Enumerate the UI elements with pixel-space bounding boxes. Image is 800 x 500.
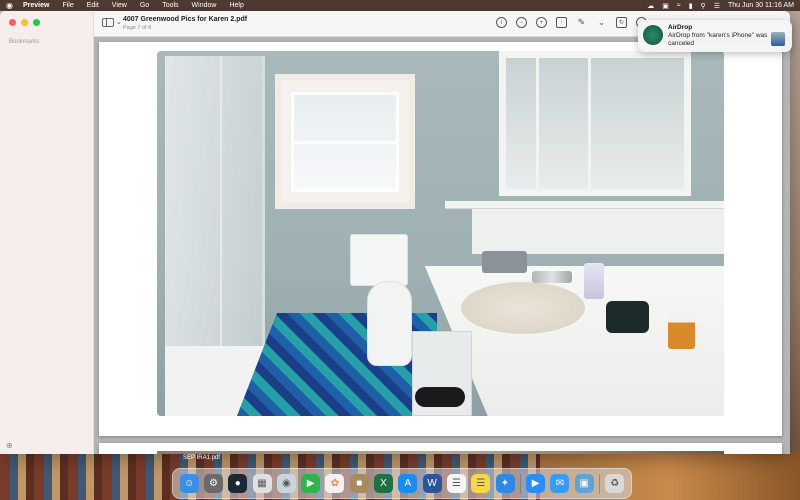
dock-safari-icon[interactable]: ✦ [495,474,515,493]
search-icon[interactable]: ⚲ [701,2,706,10]
dock-finder-icon[interactable]: ☺ [179,474,199,493]
dock-word-icon[interactable]: W [422,474,442,493]
fullscreen-button[interactable] [33,19,40,26]
notification-title: AirDrop [668,24,693,31]
airdrop-icon [643,25,663,45]
minimize-button[interactable] [21,19,28,26]
dock-trash-icon[interactable]: ♻ [605,474,625,493]
notification-thumbnail [771,32,785,46]
dark-jar [606,301,649,333]
menu-file[interactable]: File [62,2,73,9]
desktop-file-label[interactable]: SEP IRA1.pdf [183,455,220,461]
dock-steam-icon[interactable]: ● [228,474,248,493]
document-canvas[interactable] [94,37,790,454]
pdf-page-next [99,443,782,454]
dock-separator [519,473,521,494]
preview-window: Bookmarks ⊕ ⌄ 4007 Greenwood Pics for Ka… [0,11,790,454]
dock-app-store-icon[interactable]: A [398,474,418,493]
markup-chevron-icon[interactable]: ⌄ [596,17,607,28]
page-indicator: Page 7 of 8 [123,25,152,31]
backsplash [472,209,724,254]
menu-bar: ◉ Preview File Edit View Go Tools Window… [0,0,800,11]
dock-excel-icon[interactable]: X [374,474,394,493]
menu-preview[interactable]: Preview [23,2,49,9]
sidebar-add-icon[interactable]: ⊕ [6,441,13,450]
toolbar: i − + ↑ ✎ ⌄ ↻ ○ [496,17,647,28]
close-button[interactable] [9,19,16,26]
wall-shelf [445,201,724,209]
menu-edit[interactable]: Edit [87,2,99,9]
sidebar-section-bookmarks: Bookmarks [9,39,40,45]
menu-bar-status: ☁ ▣ ≈ ▮ ⚲ ☰ Thu Jun 30 11:16 AM [647,2,794,10]
menu-help[interactable]: Help [229,2,243,9]
dock-mail-icon[interactable]: ✉ [550,474,570,493]
faucet [532,271,572,283]
cloud-icon[interactable]: ☁ [647,2,654,10]
live-photo-control[interactable] [415,387,465,407]
toilet-bowl [367,281,412,366]
window-glass [291,92,399,192]
menu-tools[interactable]: Tools [162,2,178,9]
dock-contacts-icon[interactable]: ☰ [446,474,466,493]
menu-window[interactable]: Window [192,2,217,9]
bathroom-window [275,74,415,209]
zoom-out-icon[interactable]: − [516,17,527,28]
next-page-photo [157,451,724,454]
dock-zoom-icon[interactable]: ▶ [526,474,546,493]
soap-bottle [584,263,604,299]
pdf-page [99,42,782,436]
share-icon[interactable]: ↑ [556,17,567,28]
control-center-icon[interactable]: ☰ [714,2,720,10]
menu-view[interactable]: View [112,2,127,9]
battery-icon[interactable]: ▮ [689,2,693,10]
rotate-icon[interactable]: ↻ [616,17,627,28]
dock-disk-utility-icon[interactable]: ◉ [276,474,296,493]
amber-bottle [668,311,695,349]
dock-photos-icon[interactable]: ✿ [325,474,345,493]
notification-body: AirDrop from "karen's iPhone" was cancel… [668,32,768,47]
dock-notes-icon[interactable]: ☰ [471,474,491,493]
dock-preview-icon[interactable]: ▣ [574,474,594,493]
dock-system-prefs-icon[interactable]: ⚙ [203,474,223,493]
dock-facetime-icon[interactable]: ▶ [301,474,321,493]
display-icon[interactable]: ▣ [662,2,669,10]
bathroom-photo [157,51,724,416]
zoom-in-icon[interactable]: + [536,17,547,28]
clock[interactable]: Thu Jun 30 11:16 AM [728,2,794,9]
airdrop-notification[interactable]: AirDrop AirDrop from "karen's iPhone" wa… [638,20,792,52]
toiletry-tray [482,251,527,273]
sidebar-toggle-icon[interactable] [102,18,114,27]
sink-basin [459,280,587,336]
document-title[interactable]: 4007 Greenwood Pics for Karen 2.pdf [123,16,247,23]
wifi-icon[interactable]: ≈ [677,2,681,9]
medicine-cabinet [499,51,691,196]
dock: ☺ ⚙ ● ▦ ◉ ▶ ✿ ■ X A W ☰ ☰ ✦ ▶ ✉ ▣ ♻ [172,468,632,499]
menu-go[interactable]: Go [140,2,149,9]
window-controls [9,19,40,26]
markup-pen-icon[interactable]: ✎ [576,17,587,28]
dock-separator [598,473,600,494]
dock-stickies-icon[interactable]: ■ [349,474,369,493]
apple-menu-icon[interactable]: ◉ [6,1,13,10]
chevron-down-icon[interactable]: ⌄ [116,18,122,26]
toilet-tank [350,234,408,286]
dock-launchpad-icon[interactable]: ▦ [252,474,272,493]
sidebar: Bookmarks ⊕ [0,11,94,454]
info-icon[interactable]: i [496,17,507,28]
